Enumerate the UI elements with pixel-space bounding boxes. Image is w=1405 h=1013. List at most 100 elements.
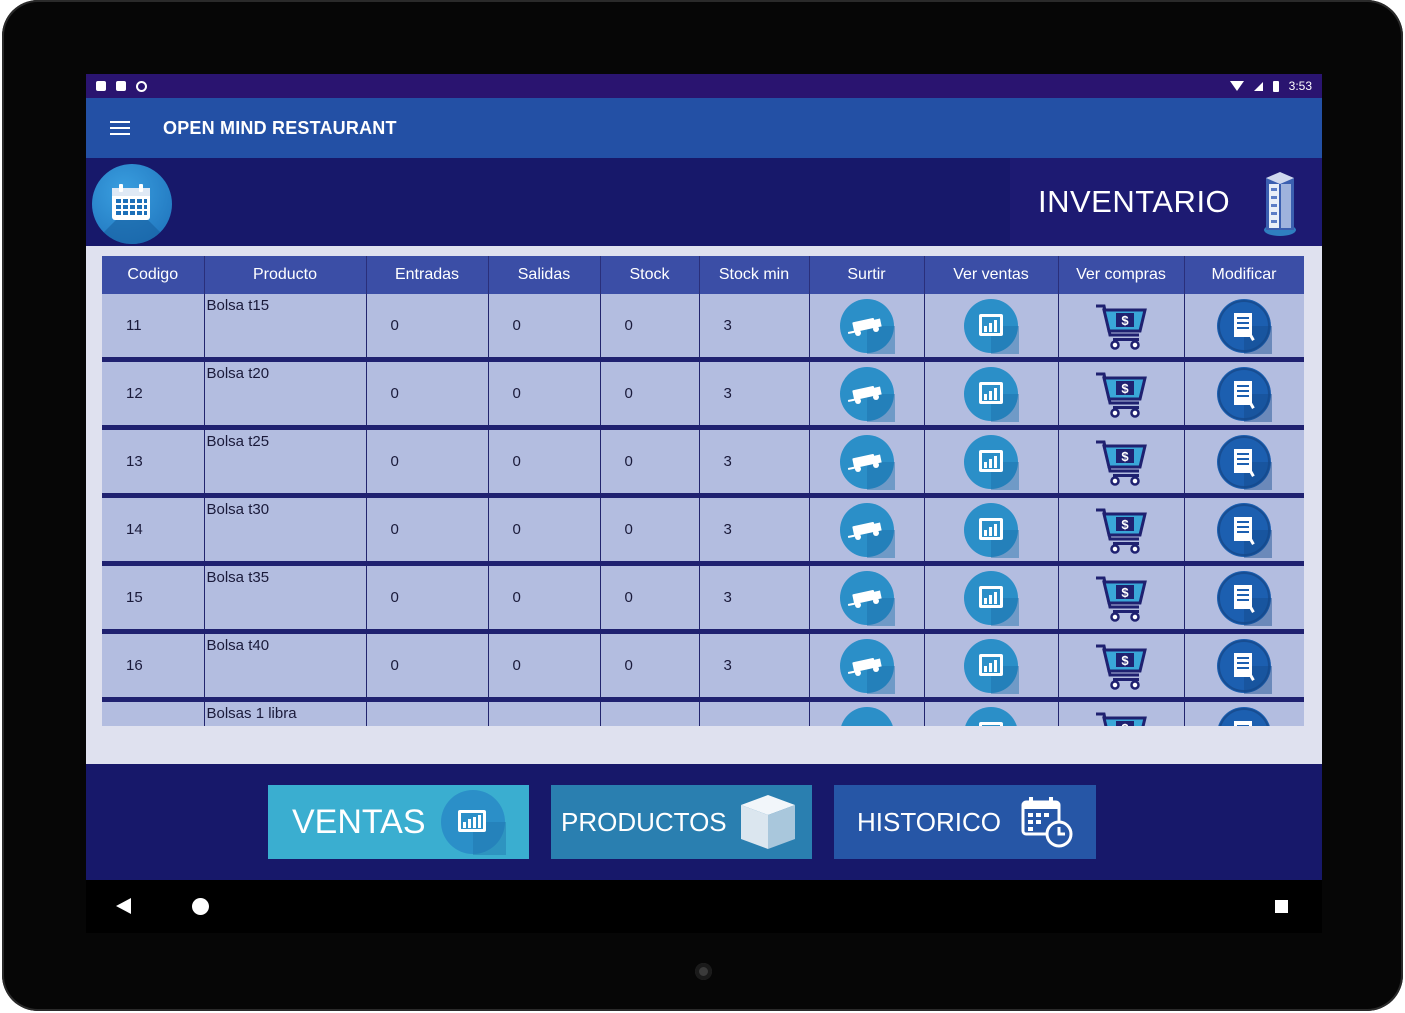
surtir-button[interactable] [839, 298, 895, 354]
surtir-button[interactable] [839, 570, 895, 626]
edit-document-icon [1217, 570, 1272, 626]
modificar-button[interactable] [1216, 502, 1272, 558]
cell-action [1184, 294, 1304, 362]
cell-producto: Bolsa t40 [204, 631, 367, 702]
cell-stock: 0 [600, 427, 700, 498]
ver-ventas-button[interactable] [963, 434, 1019, 490]
table-row: 13 Bolsa t25 0 0 0 3 $ [102, 427, 1304, 498]
chart-icon [964, 570, 1019, 626]
surtir-button[interactable] [839, 366, 895, 422]
modificar-button[interactable] [1216, 570, 1272, 626]
cell-salidas: 0 [488, 359, 601, 430]
ventas-label: VENTAS [292, 802, 426, 841]
cell-action: $ [1058, 699, 1185, 726]
surtir-button[interactable] [839, 434, 895, 490]
ver-ventas-button[interactable] [963, 570, 1019, 626]
cell-action [809, 631, 925, 702]
modificar-button[interactable] [1216, 434, 1272, 490]
productos-button[interactable]: PRODUCTOS [551, 785, 812, 859]
notification-icons [96, 80, 147, 92]
cell-action [1184, 699, 1304, 726]
ver-compras-button[interactable]: $ [1093, 301, 1149, 351]
cell-codigo: 17 [102, 699, 205, 726]
notification-a-icon [96, 81, 106, 91]
cell-salidas: 0 [488, 427, 601, 498]
surtir-button[interactable] [839, 502, 895, 558]
cell-codigo: 11 [102, 294, 205, 362]
bottom-navigation: VENTAS PRODUCTOS HISTORICO [86, 764, 1322, 880]
modificar-button[interactable] [1216, 298, 1272, 354]
ver-compras-button[interactable]: $ [1093, 709, 1149, 726]
cart-dollar-icon: $ [1096, 440, 1147, 486]
historico-button[interactable]: HISTORICO [834, 785, 1096, 859]
system-navigation-bar [86, 880, 1322, 933]
cell-action [1184, 359, 1304, 430]
ver-ventas-button[interactable] [963, 638, 1019, 694]
cell-codigo: 13 [102, 427, 205, 498]
surtir-button[interactable] [839, 638, 895, 694]
cell-action [1184, 427, 1304, 498]
hamburger-menu-icon[interactable] [110, 121, 130, 135]
ventas-button[interactable]: VENTAS [268, 785, 529, 859]
ver-ventas-button[interactable] [963, 298, 1019, 354]
ver-compras-button[interactable]: $ [1093, 641, 1149, 691]
back-icon[interactable] [116, 898, 131, 914]
box-icon [740, 795, 795, 849]
table-row: 15 Bolsa t35 0 0 0 3 $ [102, 563, 1304, 634]
truck-icon [839, 502, 895, 558]
modificar-button[interactable] [1216, 638, 1272, 694]
screen: 3:53 OPEN MIND RESTAURANT INVENTARIO Cod… [86, 74, 1322, 933]
truck-icon [839, 434, 895, 490]
inventory-building-icon [1264, 172, 1296, 236]
cart-dollar-icon: $ [1096, 576, 1147, 622]
status-bar: 3:53 [86, 74, 1322, 98]
ver-compras-button[interactable]: $ [1093, 505, 1149, 555]
cell-action [924, 427, 1059, 498]
ver-ventas-button[interactable] [963, 366, 1019, 422]
cell-action [924, 359, 1059, 430]
cell-entradas: 0 [366, 699, 489, 726]
column-header: Entradas [366, 256, 489, 294]
cell-stock-min: 3 [699, 294, 810, 362]
chart-icon [964, 298, 1019, 354]
calendar-button[interactable] [92, 164, 172, 244]
ver-ventas-button[interactable] [963, 706, 1019, 726]
edit-document-icon [1217, 502, 1272, 558]
app-bar: OPEN MIND RESTAURANT [86, 98, 1322, 158]
modificar-button[interactable] [1216, 366, 1272, 422]
cell-entradas: 0 [366, 294, 489, 362]
truck-icon [840, 706, 893, 726]
cell-action [924, 495, 1059, 566]
cell-stock-min: 3 [699, 359, 810, 430]
ver-compras-button[interactable]: $ [1093, 573, 1149, 623]
cell-stock: 0 [600, 699, 700, 726]
truck-icon [839, 298, 895, 354]
cell-salidas: 0 [488, 699, 601, 726]
column-header: Ver ventas [924, 256, 1059, 294]
modificar-button[interactable] [1216, 706, 1272, 726]
column-header: Stock min [699, 256, 810, 294]
home-icon[interactable] [192, 898, 209, 915]
surtir-button[interactable] [839, 706, 895, 726]
svg-text:$: $ [1121, 517, 1129, 532]
truck-icon [839, 638, 895, 694]
ver-compras-button[interactable]: $ [1093, 437, 1149, 487]
ver-compras-button[interactable]: $ [1093, 369, 1149, 419]
chart-icon [964, 502, 1019, 558]
sd-card-icon [116, 81, 126, 91]
cell-action [1184, 495, 1304, 566]
inventory-table-scroll[interactable]: Codigo Producto Entradas Salidas Stock S… [102, 256, 1304, 726]
edit-document-icon [1217, 638, 1272, 694]
app-title: OPEN MIND RESTAURANT [163, 117, 397, 138]
cell-stock-min: 3 [699, 699, 810, 726]
edit-document-icon [1217, 434, 1272, 490]
ver-ventas-button[interactable] [963, 502, 1019, 558]
cell-salidas: 0 [488, 563, 601, 634]
cell-codigo: 14 [102, 495, 205, 566]
recents-icon[interactable] [1275, 900, 1288, 913]
cell-entradas: 0 [366, 427, 489, 498]
table-row: 12 Bolsa t20 0 0 0 3 $ [102, 359, 1304, 430]
cell-action [809, 359, 925, 430]
cart-dollar-icon: $ [1096, 508, 1147, 554]
table-header-row: Codigo Producto Entradas Salidas Stock S… [102, 256, 1304, 294]
